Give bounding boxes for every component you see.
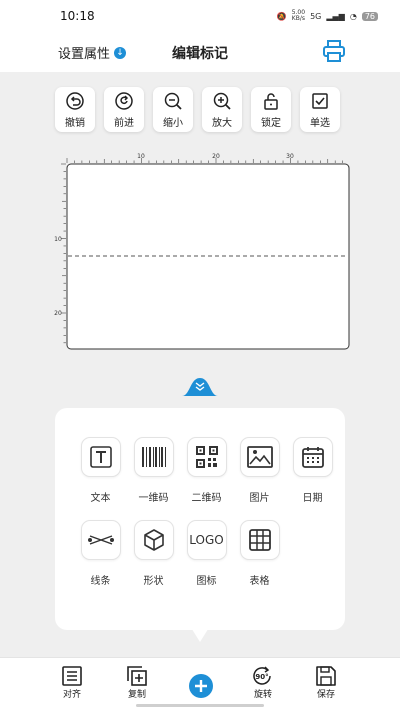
cube-icon — [143, 529, 164, 551]
single-select-label: 单选 — [310, 118, 330, 129]
edit-toolbar: 撤销 前进 缩小 放大 锁定 单选 — [55, 87, 340, 132]
add-line-button[interactable]: 线条 — [74, 520, 127, 587]
redo-icon — [115, 92, 133, 110]
zoom-out-label: 缩小 — [163, 118, 183, 129]
add-text-button[interactable]: 文本 — [74, 437, 127, 504]
logo-label: 图标 — [196, 576, 217, 587]
undo-button[interactable]: 撤销 — [55, 87, 95, 132]
copy-button[interactable]: 复制 — [117, 666, 157, 700]
zoom-in-button[interactable]: 放大 — [202, 87, 242, 132]
redo-label: 前进 — [114, 118, 134, 129]
status-time: 10:18 — [60, 9, 95, 23]
table-icon — [248, 529, 271, 551]
ruler-label-left-10: 10 — [54, 236, 62, 243]
add-date-button[interactable]: 日期 — [286, 437, 339, 504]
add-barcode-button[interactable]: 一维码 — [127, 437, 180, 504]
text-icon — [89, 446, 112, 468]
add-shape-button[interactable]: 形状 — [127, 520, 180, 587]
table-label: 表格 — [249, 576, 270, 587]
collapse-panel-button[interactable] — [182, 376, 218, 396]
qrcode-label: 二维码 — [191, 493, 222, 504]
add-image-button[interactable]: 图片 — [233, 437, 286, 504]
calendar-icon — [301, 447, 324, 468]
add-button[interactable] — [189, 674, 213, 698]
wifi-icon: ◔ — [349, 11, 357, 21]
shape-label: 形状 — [143, 576, 164, 587]
ruler-label-left-20: 20 — [54, 310, 62, 317]
zoom-out-icon — [164, 92, 182, 110]
text-label: 文本 — [90, 493, 111, 504]
top-ruler — [66, 158, 343, 163]
save-button[interactable]: 保存 — [306, 666, 346, 700]
plus-icon — [195, 680, 207, 692]
image-icon — [246, 446, 273, 468]
logo-icon: LOGO — [189, 533, 224, 547]
label-canvas[interactable]: 10 20 30 10 20 — [0, 150, 400, 350]
align-button[interactable]: 对齐 — [52, 666, 92, 700]
mute-icon: 🔕 — [276, 11, 287, 21]
align-icon — [62, 666, 82, 686]
save-icon — [316, 666, 336, 686]
status-bar: 10:18 🔕 5.00 KB/s 5G ▂▄▆ ◔ 76 — [0, 0, 400, 32]
undo-label: 撤销 — [65, 118, 85, 129]
zoom-out-button[interactable]: 缩小 — [153, 87, 193, 132]
lock-button[interactable]: 锁定 — [251, 87, 291, 132]
date-label: 日期 — [302, 493, 323, 504]
home-indicator — [136, 704, 264, 707]
rotate-icon: 90° — [253, 666, 271, 685]
network-speed: 5.00 KB/s — [291, 9, 306, 22]
checkbox-icon — [312, 93, 328, 109]
image-label: 图片 — [249, 493, 270, 504]
copy-label: 复制 — [127, 690, 146, 700]
undo-icon — [66, 92, 84, 110]
title-bar: 设置属性 ↓ 编辑标记 — [0, 32, 400, 72]
add-table-button[interactable]: 表格 — [233, 520, 286, 587]
single-select-button[interactable]: 单选 — [300, 87, 340, 132]
qrcode-icon — [195, 446, 218, 468]
panel-pointer — [190, 626, 210, 642]
printer-icon[interactable] — [322, 39, 346, 63]
ruler-label-top-20: 20 — [212, 153, 220, 160]
rotate-button[interactable]: 90° 旋转 — [243, 666, 283, 700]
barcode-icon — [141, 447, 166, 467]
line-icon — [87, 535, 114, 545]
copy-icon — [127, 666, 147, 686]
ruler-label-top-10: 10 — [137, 153, 145, 160]
rotate-degree-badge: 90° — [255, 673, 268, 681]
lock-icon — [264, 93, 278, 110]
save-label: 保存 — [316, 690, 335, 700]
rotate-label: 旋转 — [253, 690, 272, 700]
lock-label: 锁定 — [261, 118, 281, 129]
barcode-label: 一维码 — [138, 493, 169, 504]
zoom-in-label: 放大 — [212, 118, 232, 129]
redo-button[interactable]: 前进 — [104, 87, 144, 132]
battery-level: 76 — [361, 11, 378, 21]
align-label: 对齐 — [62, 690, 81, 700]
add-element-panel: 文本 一维码 二维码 图片 日期 线条 形状 LOGO 图标 表格 — [55, 408, 345, 630]
signal-icon: ▂▄▆ — [326, 11, 345, 21]
status-icons: 🔕 5.00 KB/s 5G ▂▄▆ ◔ 76 — [277, 10, 378, 22]
add-logo-button[interactable]: LOGO 图标 — [180, 520, 233, 587]
network-type: 5G — [310, 11, 322, 21]
line-label: 线条 — [90, 576, 111, 587]
add-qrcode-button[interactable]: 二维码 — [180, 437, 233, 504]
zoom-in-icon — [213, 92, 231, 110]
ruler-label-top-30: 30 — [286, 153, 294, 160]
bottom-toolbar: 对齐 复制 90° 旋转 保存 — [0, 657, 400, 711]
